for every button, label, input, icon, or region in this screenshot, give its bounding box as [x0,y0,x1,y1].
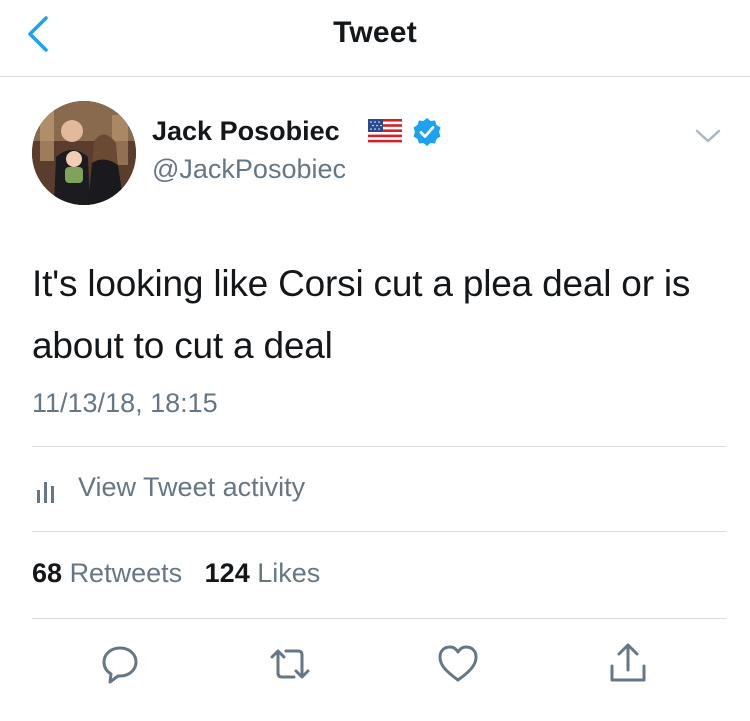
reply-icon [102,646,138,684]
header-bar: Tweet [0,0,750,77]
divider [32,618,726,619]
bar-chart-icon [37,482,54,503]
likes-count: 124 [204,558,250,588]
retweets-count: 68 [32,558,63,588]
chevron-down-icon [695,129,721,143]
avatar-image [32,101,136,205]
reply-button[interactable] [96,640,144,688]
likes-stat[interactable]: 124 Likes [205,558,321,588]
verified-badge-icon [413,118,441,146]
us-flag-icon [368,119,402,143]
divider [32,531,726,532]
engagement-stats: 68 Retweets 124 Likes [32,558,320,589]
share-icon [610,643,646,682]
share-button[interactable] [604,640,652,688]
retweets-label: Retweets [69,558,183,588]
likes-label: Likes [257,558,321,588]
page-title: Tweet [333,16,417,49]
user-display-name[interactable]: Jack Posobiec [152,116,340,147]
like-button[interactable] [434,640,482,688]
view-tweet-activity-label: View Tweet activity [78,472,306,502]
tweet-options-button[interactable] [694,127,722,145]
user-handle[interactable]: @JackPosobiec [152,154,346,185]
tweet-timestamp: 11/13/18, 18:15 [32,388,218,418]
avatar[interactable] [32,101,136,205]
retweet-button[interactable] [266,640,314,688]
retweet-icon [270,649,310,679]
divider [32,446,726,447]
retweets-stat[interactable]: 68 Retweets [32,558,190,588]
tweet-text: It's looking like Corsi cut a plea deal … [32,263,691,366]
like-icon [438,645,478,682]
